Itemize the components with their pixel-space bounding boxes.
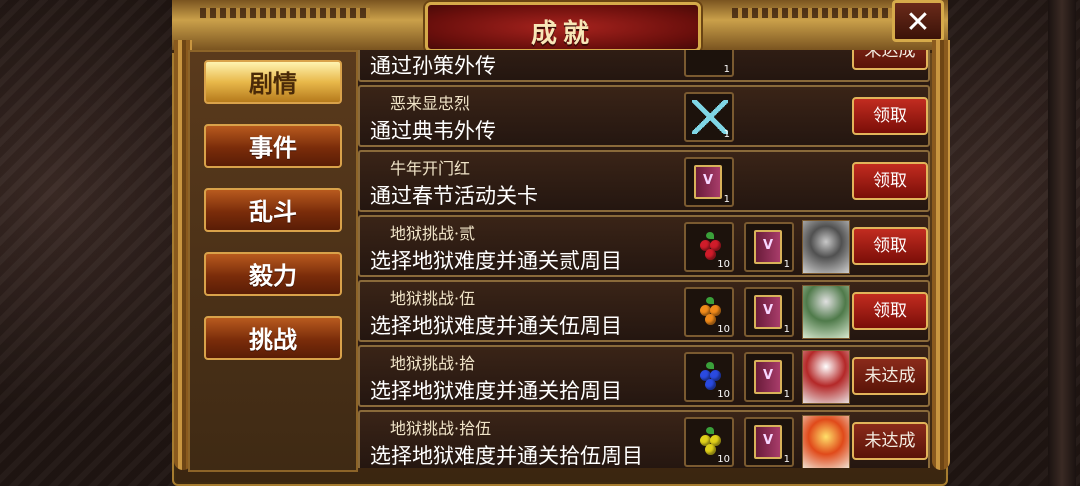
achievement-desc: 选择地狱难度并通关伍周目 — [370, 314, 622, 338]
close-button[interactable]: ✕ — [892, 0, 944, 42]
achievement-row: 地狱挑战·伍 选择地狱难度并通关伍周目 10 V 1 领取 — [358, 280, 930, 342]
achievement-name: 恶来显忠烈 — [390, 94, 471, 113]
background-left — [0, 0, 180, 486]
tab-brawl[interactable]: 乱斗 — [204, 188, 342, 232]
book-glyph: V — [754, 360, 782, 394]
achievement-row: 地狱挑战·拾 选择地狱难度并通关拾周目 10 V 1 未达成 — [358, 345, 930, 407]
ornament-left — [200, 8, 370, 18]
reward-qty: 1 — [783, 454, 790, 465]
achievement-row: 恶来显忠烈 通过典韦外传 1 领取 — [358, 85, 930, 147]
book-glyph: V — [754, 230, 782, 264]
achievement-desc: 通过春节活动关卡 — [370, 184, 538, 208]
reward-qty: 1 — [783, 324, 790, 335]
achievement-desc: 通过典韦外传 — [370, 119, 496, 143]
achievement-row: 通过孙策外传 1 未达成 — [358, 50, 930, 82]
ornament-right — [732, 8, 902, 18]
yellow-berries-icon[interactable]: 10 — [684, 417, 734, 467]
not-achieved-button[interactable]: 未达成 — [852, 50, 928, 70]
achievement-name: 地狱挑战·拾伍 — [390, 419, 492, 438]
category-sidebar: 剧情 事件 乱斗 毅力 挑战 — [188, 50, 358, 472]
not-achieved-button[interactable]: 未达成 — [852, 422, 928, 460]
reward-qty: 1 — [723, 64, 730, 75]
curtain-right — [932, 40, 950, 470]
fire-warrior-portrait[interactable] — [802, 415, 850, 468]
red-warrior-portrait[interactable] — [802, 350, 850, 404]
achievement-row: 地狱挑战·拾伍 选择地狱难度并通关拾伍周目 10 V 1 未达成 — [358, 410, 930, 468]
tab-perseverance[interactable]: 毅力 — [204, 252, 342, 296]
achievement-list[interactable]: 通过孙策外传 1 未达成 恶来显忠烈 通过典韦外传 1 领取 牛年开门红 通过春… — [358, 50, 930, 468]
tab-events[interactable]: 事件 — [204, 124, 342, 168]
background-right — [940, 0, 1080, 486]
vip-book-icon[interactable]: V 1 — [744, 417, 794, 467]
demon-portrait[interactable] — [802, 220, 850, 274]
orange-berries-icon[interactable]: 10 — [684, 287, 734, 337]
vip-book-icon[interactable]: V 1 — [684, 157, 734, 207]
reward-qty: 1 — [783, 259, 790, 270]
reward-qty: 1 — [783, 389, 790, 400]
reward-qty: 10 — [717, 324, 730, 335]
achievement-row: 地狱挑战·贰 选择地狱难度并通关贰周目 10 V 1 领取 — [358, 215, 930, 277]
achievement-desc: 选择地狱难度并通关拾周目 — [370, 379, 622, 403]
achievement-desc: 通过孙策外传 — [370, 54, 496, 78]
claim-button[interactable]: 领取 — [852, 162, 928, 200]
crossed-axes-icon[interactable]: 1 — [684, 92, 734, 142]
reward-qty: 10 — [717, 454, 730, 465]
achievement-desc: 选择地狱难度并通关贰周目 — [370, 249, 622, 273]
title-plate: 成就 — [425, 2, 701, 52]
claim-button[interactable]: 领取 — [852, 97, 928, 135]
reward-qty: 1 — [723, 129, 730, 140]
achievement-name: 地狱挑战·伍 — [390, 289, 476, 308]
green-warrior-portrait[interactable] — [802, 285, 850, 339]
reward-qty: 10 — [717, 259, 730, 270]
book-glyph: V — [694, 165, 722, 199]
not-achieved-button[interactable]: 未达成 — [852, 357, 928, 395]
achievement-name: 地狱挑战·贰 — [390, 224, 476, 243]
tab-story[interactable]: 剧情 — [204, 60, 342, 104]
scroll-icon[interactable]: 1 — [684, 50, 734, 77]
achievement-name: 牛年开门红 — [390, 159, 471, 178]
red-berries-icon[interactable]: 10 — [684, 222, 734, 272]
page-title: 成就 — [530, 19, 595, 49]
reward-qty: 10 — [717, 389, 730, 400]
achievement-desc: 选择地狱难度并通关拾伍周目 — [370, 444, 643, 468]
claim-button[interactable]: 领取 — [852, 227, 928, 265]
vip-book-icon[interactable]: V 1 — [744, 222, 794, 272]
vip-book-icon[interactable]: V 1 — [744, 287, 794, 337]
tab-challenge[interactable]: 挑战 — [204, 316, 342, 360]
vip-book-icon[interactable]: V 1 — [744, 352, 794, 402]
book-glyph: V — [754, 425, 782, 459]
blue-berries-icon[interactable]: 10 — [684, 352, 734, 402]
achievement-name: 地狱挑战·拾 — [390, 354, 476, 373]
achievement-row: 牛年开门红 通过春节活动关卡 V 1 领取 — [358, 150, 930, 212]
claim-button[interactable]: 领取 — [852, 292, 928, 330]
book-glyph: V — [754, 295, 782, 329]
reward-qty: 1 — [723, 194, 730, 205]
